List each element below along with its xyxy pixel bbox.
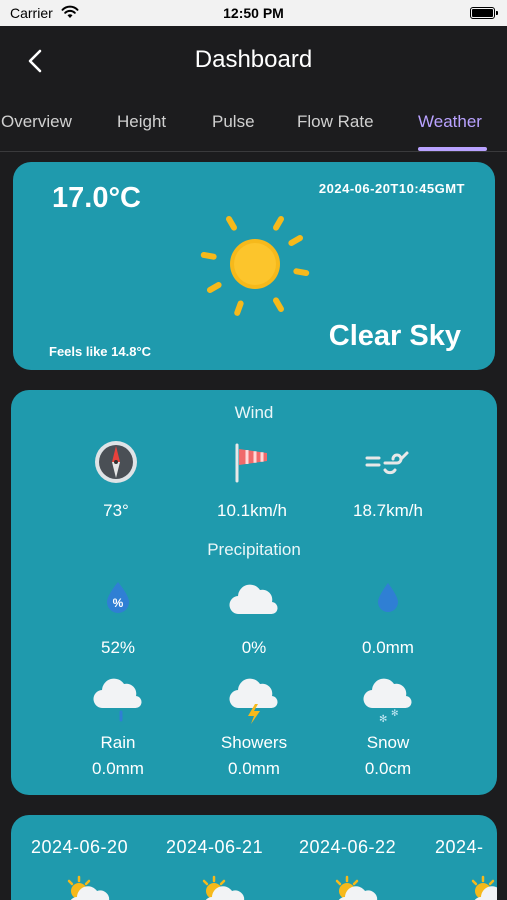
status-time: 12:50 PM [223,5,284,21]
snow-item: ✻ ✻ Snow 0.0cm [313,678,463,779]
precip-amount [313,580,463,614]
partly-cloudy-icon [67,875,110,900]
windsock-icon [235,443,267,483]
wind-gust-icon [365,451,409,475]
wind-direction-value: 73° [103,501,129,520]
wind-gusts [313,439,463,485]
nav-bar: Dashboard [0,26,507,96]
svg-text:✻: ✻ [379,714,387,724]
compass-icon [95,441,137,483]
wind-gusts-value: 18.7km/h [353,501,423,520]
tab-flow-rate[interactable]: Flow Rate [297,112,374,132]
tab-pulse[interactable]: Pulse [212,112,255,132]
svg-text:✻: ✻ [391,709,399,719]
page-title: Dashboard [194,46,313,73]
rain-item: Rain 0.0mm [43,678,193,779]
snow-value: 0.0cm [364,759,412,778]
precip-amount-value: 0.0mm [362,638,414,657]
precip-probability: % [43,580,193,614]
tab-height[interactable]: Height [117,112,166,132]
forecast-day-2-date: 2024-06-21 [166,837,264,857]
precipitation-section-title: Precipitation [207,540,301,559]
rain-label: Rain [100,733,136,752]
rain-value: 0.0mm [92,759,144,778]
battery-icon [470,7,498,19]
svg-text:%: % [113,596,124,610]
showers-value: 0.0mm [228,759,280,778]
active-tab-indicator [418,147,487,151]
snow-label: Snow [366,733,410,752]
partly-cloudy-icon [471,875,497,900]
partly-cloudy-icon [202,875,245,900]
partly-cloudy-icon [335,875,378,900]
cloud-cover-value: 0% [241,638,267,657]
wind-speed-value: 10.1km/h [217,501,287,520]
rain-cloud-icon [93,678,142,722]
snow-cloud-icon: ✻ ✻ [363,678,412,724]
cloud-cover [179,580,329,618]
forecast-day-3-date: 2024-06-22 [299,837,397,857]
weather-condition: Clear Sky [328,320,461,352]
probability-drop-icon: % [107,582,129,613]
showers-item: Showers 0.0mm [179,678,329,779]
thunder-cloud-icon [229,678,278,724]
wind-speed [177,439,327,485]
precip-probability-value: 52% [100,638,136,657]
current-weather-card: 17.0°C 2024-06-20T10:45GMT Clear Sky Fee… [13,162,495,370]
showers-label: Showers [220,733,288,752]
tab-overview[interactable]: Overview [1,112,72,132]
observation-timestamp: 2024-06-20T10:45GMT [318,181,465,196]
tab-weather[interactable]: Weather [418,112,482,132]
current-temperature: 17.0°C [52,182,141,214]
daily-forecast-card[interactable]: 2024-06-20 2024-06-21 2024-06-22 2024- [11,815,497,900]
status-bar: Carrier 12:50 PM [0,0,507,26]
cloud-icon [229,584,278,615]
feels-like: Feels like 14.8°C [49,344,152,359]
tab-bar: Overview Height Pulse Flow Rate Weather [0,98,507,152]
raindrop-icon [378,583,398,612]
wind-direction [41,439,191,485]
forecast-day-1-date: 2024-06-20 [31,837,129,857]
wind-precipitation-card: Wind 73° 10.1km/h 18.7km/h Precipitation… [11,390,497,795]
sun-icon [200,215,310,316]
wind-section-title: Wind [234,403,274,422]
forecast-day-4-date: 2024- [435,837,484,857]
